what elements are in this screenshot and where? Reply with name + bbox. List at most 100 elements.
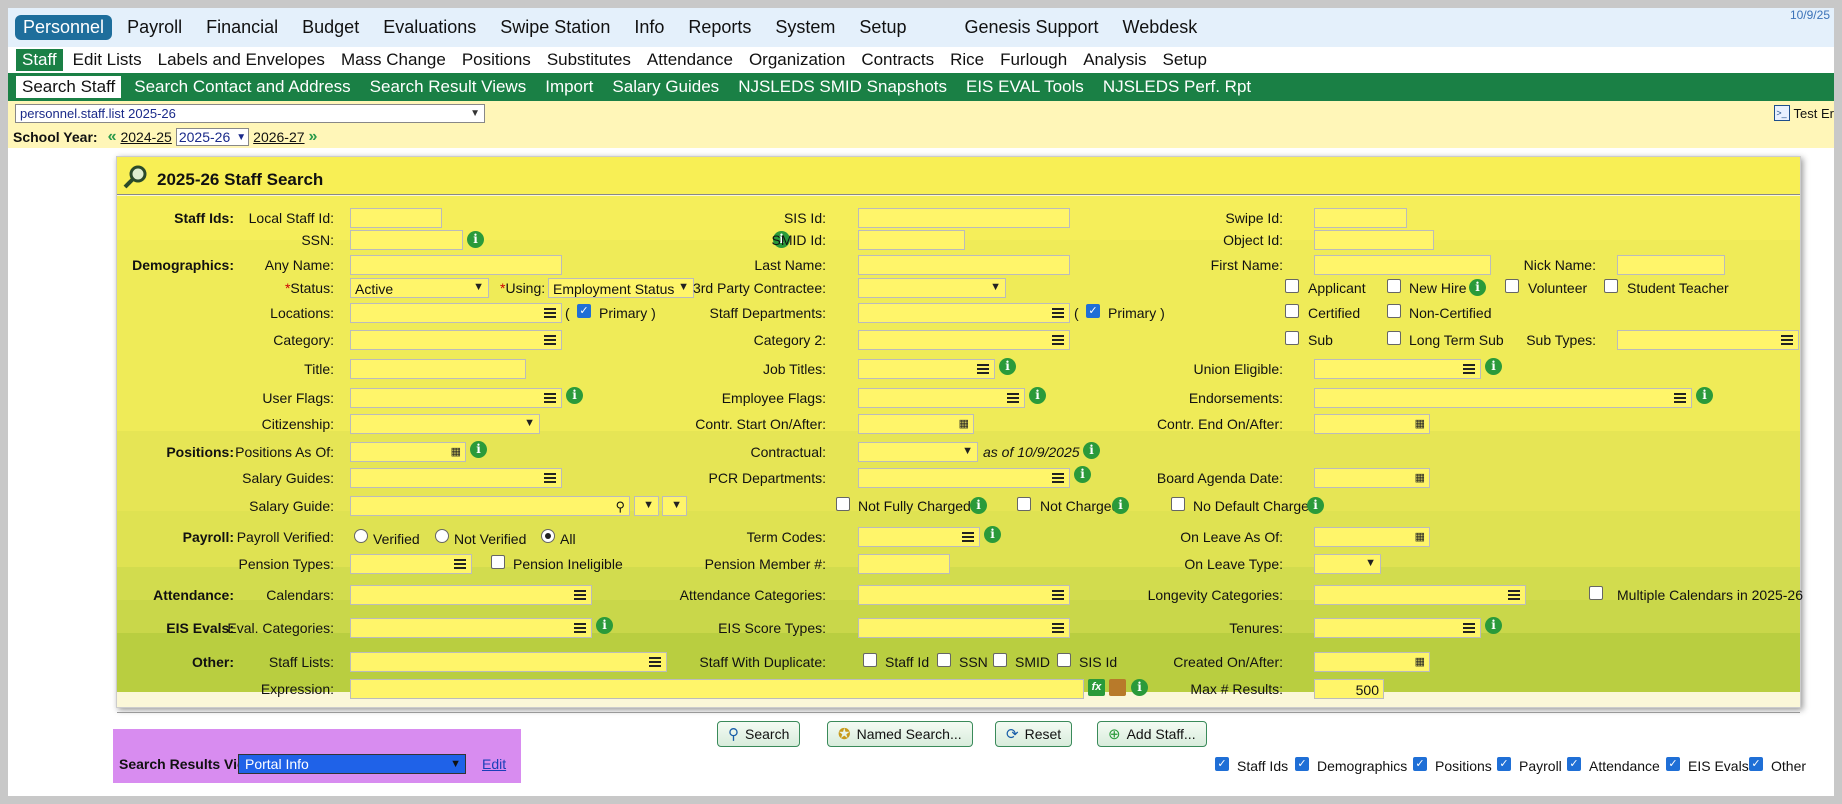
locations-input[interactable] bbox=[350, 303, 562, 323]
nav-payroll[interactable]: Payroll bbox=[118, 15, 191, 40]
calendar-icon[interactable]: ▦ bbox=[1415, 471, 1425, 484]
any-name-input[interactable] bbox=[350, 255, 562, 275]
positions-as-of-input[interactable]: ▦ bbox=[350, 442, 466, 462]
prev-year-link[interactable]: 2024-25 bbox=[120, 129, 171, 145]
title-input[interactable] bbox=[350, 359, 526, 379]
not-verified-radio[interactable] bbox=[435, 529, 449, 543]
dup-staff-id-checkbox[interactable] bbox=[863, 653, 877, 667]
pension-ineligible-checkbox[interactable] bbox=[491, 555, 505, 569]
school-year-select[interactable]: 2025-26 ▼ bbox=[175, 128, 250, 146]
attendance-categories-input[interactable] bbox=[858, 585, 1070, 605]
info-icon[interactable]: i bbox=[999, 358, 1016, 375]
info-icon[interactable]: i bbox=[1029, 387, 1046, 404]
subnav-rice[interactable]: Rice bbox=[944, 49, 990, 71]
tenures-input[interactable] bbox=[1314, 618, 1481, 638]
salary-guides-input[interactable] bbox=[350, 468, 562, 488]
nav-reports[interactable]: Reports bbox=[679, 15, 760, 40]
citizenship-select[interactable]: ▼ bbox=[350, 414, 540, 434]
pension-types-input[interactable] bbox=[350, 554, 472, 574]
toggle-eis-evals-checkbox[interactable]: ✓ bbox=[1666, 757, 1680, 771]
departments-primary-checkbox[interactable]: ✓ bbox=[1086, 304, 1100, 318]
tab-search-result-views[interactable]: Search Result Views bbox=[364, 76, 533, 98]
last-name-input[interactable] bbox=[858, 255, 1070, 275]
ssn-input[interactable] bbox=[350, 230, 463, 250]
nav-genesis-support[interactable]: Genesis Support bbox=[955, 15, 1107, 40]
screen-path-select[interactable]: personnel.staff.list 2025-26 ▼ bbox=[15, 104, 485, 123]
chevron-left-double-icon[interactable]: « bbox=[108, 128, 117, 146]
list-icon[interactable] bbox=[1781, 335, 1793, 345]
contr-end-date-input[interactable]: ▦ bbox=[1314, 414, 1430, 434]
on-leave-type-select[interactable]: ▼ bbox=[1314, 554, 1381, 574]
tab-smid-snapshots[interactable]: NJSLEDS SMID Snapshots bbox=[732, 76, 953, 98]
not-charged-checkbox[interactable] bbox=[1017, 497, 1031, 511]
list-icon[interactable] bbox=[1052, 590, 1064, 600]
list-icon[interactable] bbox=[1052, 473, 1064, 483]
user-flags-input[interactable] bbox=[350, 388, 562, 408]
subnav-furlough[interactable]: Furlough bbox=[994, 49, 1073, 71]
nav-financial[interactable]: Financial bbox=[197, 15, 287, 40]
tab-import[interactable]: Import bbox=[539, 76, 599, 98]
list-icon[interactable] bbox=[544, 335, 556, 345]
info-icon[interactable]: i bbox=[1083, 442, 1100, 459]
subnav-analysis[interactable]: Analysis bbox=[1077, 49, 1152, 71]
sub-checkbox[interactable] bbox=[1285, 331, 1299, 345]
sub-types-input[interactable] bbox=[1617, 330, 1799, 350]
list-icon[interactable] bbox=[454, 559, 466, 569]
no-default-charge-checkbox[interactable] bbox=[1171, 497, 1185, 511]
job-titles-input[interactable] bbox=[858, 359, 995, 379]
subnav-labels[interactable]: Labels and Envelopes bbox=[152, 49, 331, 71]
dup-smid-checkbox[interactable] bbox=[993, 653, 1007, 667]
subnav-edit-lists[interactable]: Edit Lists bbox=[67, 49, 148, 71]
nav-personnel[interactable]: Personnel bbox=[15, 15, 113, 40]
list-icon[interactable] bbox=[544, 473, 556, 483]
function-icon[interactable]: fx bbox=[1088, 679, 1105, 696]
search-button[interactable]: ⚲ Search bbox=[717, 721, 801, 747]
list-icon[interactable] bbox=[962, 532, 974, 542]
named-search-button[interactable]: ✪ Named Search... bbox=[827, 721, 973, 747]
list-icon[interactable] bbox=[544, 308, 556, 318]
calendar-icon[interactable]: ▦ bbox=[1415, 655, 1425, 668]
nav-budget[interactable]: Budget bbox=[293, 15, 368, 40]
info-icon[interactable]: i bbox=[1307, 497, 1324, 514]
smid-id-input[interactable] bbox=[858, 230, 965, 250]
third-party-select[interactable]: ▼ bbox=[858, 278, 1006, 298]
list-icon[interactable] bbox=[574, 623, 586, 633]
info-icon[interactable]: i bbox=[984, 526, 1001, 543]
term-codes-input[interactable] bbox=[858, 527, 980, 547]
search-results-view-select[interactable]: Portal Info ▼ bbox=[238, 754, 466, 774]
subnav-mass-change[interactable]: Mass Change bbox=[335, 49, 452, 71]
board-agenda-date-input[interactable]: ▦ bbox=[1314, 468, 1430, 488]
info-icon[interactable]: i bbox=[596, 617, 613, 634]
certified-checkbox[interactable] bbox=[1285, 304, 1299, 318]
union-eligible-input[interactable] bbox=[1314, 359, 1481, 379]
employee-flags-input[interactable] bbox=[858, 388, 1025, 408]
calendars-input[interactable] bbox=[350, 585, 592, 605]
info-icon[interactable]: i bbox=[467, 231, 484, 248]
pcr-departments-input[interactable] bbox=[858, 468, 1070, 488]
tab-salary-guides[interactable]: Salary Guides bbox=[606, 76, 725, 98]
dup-ssn-checkbox[interactable] bbox=[937, 653, 951, 667]
reset-button[interactable]: ⟳ Reset bbox=[995, 721, 1073, 747]
info-icon[interactable]: i bbox=[470, 441, 487, 458]
student-teacher-checkbox[interactable] bbox=[1604, 279, 1618, 293]
category-2-input[interactable] bbox=[858, 330, 1070, 350]
salary-guide-input[interactable]: ⚲ bbox=[350, 496, 630, 516]
list-icon[interactable] bbox=[1052, 308, 1064, 318]
subnav-positions[interactable]: Positions bbox=[456, 49, 537, 71]
nav-setup[interactable]: Setup bbox=[850, 15, 915, 40]
on-leave-as-of-input[interactable]: ▦ bbox=[1314, 527, 1430, 547]
new-hire-checkbox[interactable] bbox=[1387, 279, 1401, 293]
tab-eis-eval-tools[interactable]: EIS EVAL Tools bbox=[960, 76, 1090, 98]
list-icon[interactable] bbox=[1463, 623, 1475, 633]
list-icon[interactable] bbox=[1463, 364, 1475, 374]
created-on-after-input[interactable]: ▦ bbox=[1314, 652, 1430, 672]
search-icon[interactable]: ⚲ bbox=[615, 499, 625, 515]
all-radio[interactable] bbox=[541, 529, 555, 543]
subnav-attendance[interactable]: Attendance bbox=[641, 49, 739, 71]
toggle-other-checkbox[interactable]: ✓ bbox=[1749, 757, 1763, 771]
subnav-organization[interactable]: Organization bbox=[743, 49, 851, 71]
using-select[interactable]: Employment Status ▼ bbox=[548, 278, 694, 298]
toggle-payroll-checkbox[interactable]: ✓ bbox=[1497, 757, 1511, 771]
list-icon[interactable] bbox=[1052, 335, 1064, 345]
first-name-input[interactable] bbox=[1314, 255, 1491, 275]
